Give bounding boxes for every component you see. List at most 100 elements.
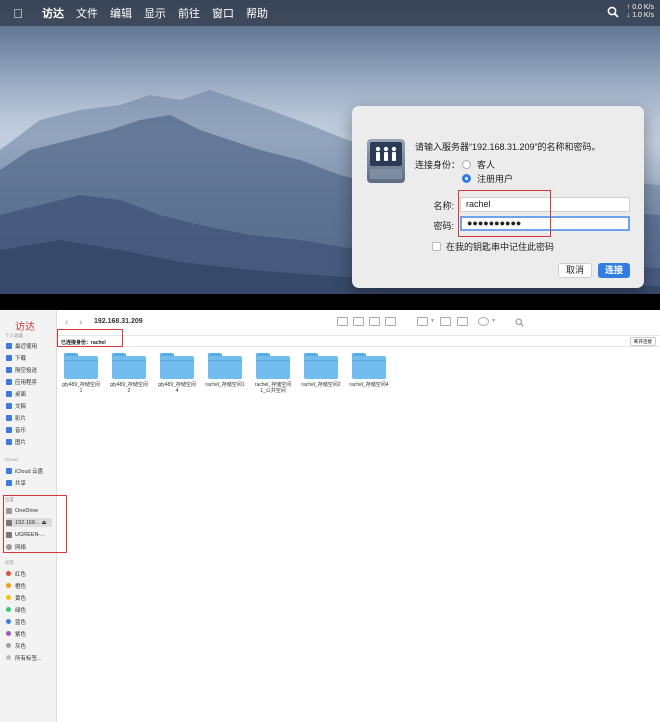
back-button[interactable]: ‹ bbox=[65, 317, 68, 328]
network-speed: ↑ 0.0 K/s ↓ 1.0 K/s bbox=[626, 4, 654, 19]
shared-folder-icon bbox=[6, 479, 12, 486]
menu-file[interactable]: 文件 bbox=[76, 5, 98, 21]
password-field[interactable]: ●●●●●●●●●● bbox=[460, 216, 630, 231]
menu-edit[interactable]: 编辑 bbox=[110, 5, 132, 21]
folder-name-line2: 1 bbox=[79, 388, 83, 394]
gallery-view-icon[interactable] bbox=[385, 317, 396, 326]
group-icon[interactable] bbox=[417, 317, 428, 326]
sidebar-item-downloads[interactable]: 下载 bbox=[6, 353, 26, 362]
download-icon bbox=[6, 354, 12, 361]
sidebar-item-documents[interactable]: 文稿 bbox=[6, 401, 26, 410]
sidebar-item-ugreen[interactable]: UGREEN-... bbox=[6, 530, 45, 539]
applications-icon bbox=[6, 378, 12, 385]
connected-as-label: 已连接身份：rachel bbox=[61, 340, 106, 346]
eject-icon[interactable]: ⏏ bbox=[41, 520, 46, 526]
cancel-button[interactable]: 取消 bbox=[558, 263, 592, 278]
radio-registered-button[interactable] bbox=[462, 174, 471, 183]
chevron-down-icon[interactable]: ▼ bbox=[430, 318, 435, 324]
search-icon[interactable] bbox=[515, 318, 524, 327]
sidebar-item-server[interactable]: 192.168... ⏏ bbox=[6, 518, 52, 527]
sidebar-item-music[interactable]: 音乐 bbox=[6, 425, 26, 434]
music-icon bbox=[6, 426, 12, 433]
tag-label: 所有标签... bbox=[15, 655, 42, 662]
search-icon[interactable] bbox=[607, 6, 619, 18]
folder-item[interactable]: gty489_存储空间 1 bbox=[57, 353, 105, 394]
tag-dot bbox=[6, 643, 11, 648]
sidebar-item-applications[interactable]: 应用程序 bbox=[6, 377, 37, 386]
radio-registered-user[interactable]: 注册用户 bbox=[462, 172, 513, 185]
folder-item[interactable]: gty489_存储空间 2 bbox=[105, 353, 153, 394]
sidebar-item-label: 192.168... bbox=[15, 519, 40, 526]
folder-item[interactable]: rachel_存储空间2 bbox=[297, 353, 345, 388]
radio-guest-button[interactable] bbox=[462, 160, 471, 169]
finder-app-title: 访达 bbox=[15, 322, 35, 333]
connect-as-label: 连接身份： bbox=[415, 160, 461, 170]
list-view-icon[interactable] bbox=[353, 317, 364, 326]
sidebar-item-label: 音乐 bbox=[15, 427, 27, 434]
folder-name-line2: 2 bbox=[127, 388, 131, 394]
sidebar-item-label: 共享 bbox=[15, 480, 27, 487]
sidebar-tag-yellow[interactable]: 黄色 bbox=[6, 593, 26, 602]
sidebar-tag-blue[interactable]: 蓝色 bbox=[6, 617, 26, 626]
sidebar-tag-purple[interactable]: 紫色 bbox=[6, 629, 26, 638]
forward-button[interactable]: › bbox=[79, 317, 82, 328]
menu-app-name[interactable]: 访达 bbox=[42, 5, 64, 21]
folder-icon bbox=[160, 353, 194, 379]
more-icon[interactable] bbox=[478, 317, 489, 326]
tag-icon[interactable] bbox=[457, 317, 468, 326]
chevron-down-icon[interactable]: ▼ bbox=[491, 318, 496, 324]
remember-password-checkbox[interactable] bbox=[432, 242, 441, 251]
menu-view[interactable]: 显示 bbox=[144, 5, 166, 21]
server-login-dialog: 请输入服务器“192.168.31.209”的名称和密码。 连接身份： 客人 注… bbox=[352, 106, 644, 288]
sidebar-tag-red[interactable]: 红色 bbox=[6, 569, 26, 578]
sidebar-item-icloud-drive[interactable]: iCloud 云盘 bbox=[6, 466, 43, 475]
radio-guest[interactable]: 客人 bbox=[462, 158, 495, 171]
folder-item[interactable]: rachel_存储空间1 bbox=[201, 353, 249, 388]
sidebar-item-network[interactable]: 网络 bbox=[6, 542, 26, 551]
icloud-header: iCloud bbox=[5, 457, 18, 462]
tag-label: 紫色 bbox=[15, 631, 27, 638]
tag-label: 黄色 bbox=[15, 595, 27, 602]
server-icon bbox=[6, 531, 12, 538]
apple-icon[interactable]:  bbox=[6, 6, 30, 21]
icon-view-icon[interactable] bbox=[337, 317, 348, 326]
share-icon[interactable] bbox=[440, 317, 451, 326]
network-icon bbox=[6, 543, 12, 550]
folder-item[interactable]: gty489_存储空间 4 bbox=[153, 353, 201, 394]
menu-bar:  访达 文件 编辑 显示 前往 窗口 帮助 ↑ 0.0 K/s ↓ 1.0 K… bbox=[0, 0, 660, 26]
sidebar-tag-orange[interactable]: 橙色 bbox=[6, 581, 26, 590]
sidebar-item-recents[interactable]: 最近使用 bbox=[6, 341, 37, 350]
finder-toolbar: ‹ › 192.168.31.209 ▼ ▼ bbox=[57, 310, 660, 336]
disconnect-button[interactable]: 断开连接 bbox=[630, 337, 656, 346]
sidebar-tag-green[interactable]: 绿色 bbox=[6, 605, 26, 614]
folder-icon bbox=[208, 353, 242, 379]
remember-password-row[interactable]: 在我的钥匙串中记住此密码 bbox=[432, 240, 554, 253]
menu-go[interactable]: 前往 bbox=[178, 5, 200, 21]
radio-guest-label: 客人 bbox=[477, 160, 496, 170]
sidebar-item-shared[interactable]: 共享 bbox=[6, 478, 26, 487]
menu-window[interactable]: 窗口 bbox=[212, 5, 234, 21]
folder-icon bbox=[304, 353, 338, 379]
sidebar-item-onedrive[interactable]: OneDrive bbox=[6, 506, 38, 515]
folder-icon bbox=[64, 353, 98, 379]
tag-label: 橙色 bbox=[15, 583, 27, 590]
sidebar-item-label: 图片 bbox=[15, 439, 27, 446]
sidebar-tag-gray[interactable]: 灰色 bbox=[6, 641, 26, 650]
sidebar-item-pictures[interactable]: 图片 bbox=[6, 437, 26, 446]
folder-item[interactable]: rachel_存储空间 1_公共空间 bbox=[249, 353, 297, 394]
name-field[interactable]: rachel bbox=[460, 197, 630, 212]
sidebar-item-desktop[interactable]: 桌面 bbox=[6, 389, 26, 398]
clock-icon bbox=[6, 342, 12, 349]
sidebar-item-label: 文稿 bbox=[15, 403, 27, 410]
sidebar-item-movies[interactable]: 影片 bbox=[6, 413, 26, 422]
menu-help[interactable]: 帮助 bbox=[246, 5, 268, 21]
tag-dot bbox=[6, 571, 11, 576]
connect-button[interactable]: 连接 bbox=[598, 263, 630, 278]
folder-item[interactable]: rachel_存储空间4 bbox=[345, 353, 393, 388]
column-view-icon[interactable] bbox=[369, 317, 380, 326]
sidebar-item-airdrop[interactable]: 隔空投送 bbox=[6, 365, 37, 374]
sidebar-item-label: iCloud 云盘 bbox=[15, 468, 44, 475]
sidebar-tag-all[interactable]: 所有标签... bbox=[6, 653, 42, 662]
favorites-header: 个人收藏 bbox=[5, 333, 23, 338]
tag-dot bbox=[6, 619, 11, 624]
